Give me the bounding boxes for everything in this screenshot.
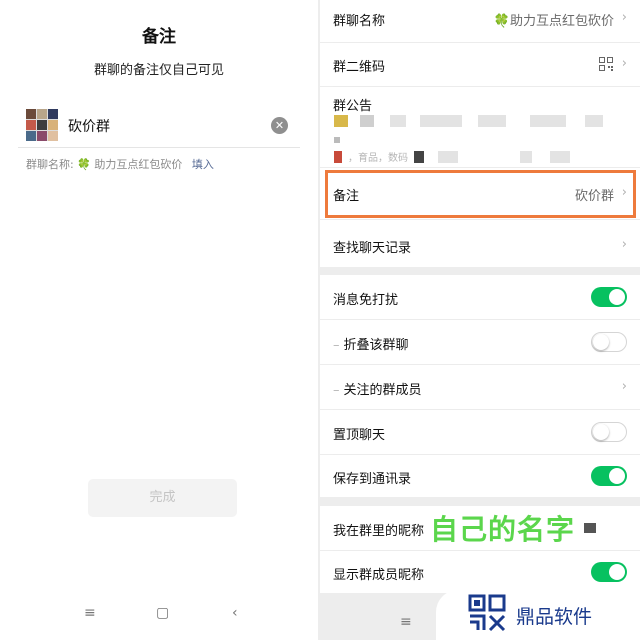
show-nickname-label: 显示群成员昵称 — [333, 568, 425, 583]
clear-icon[interactable]: ✕ — [271, 117, 288, 134]
show-nickname-row: 显示群成员昵称 — [320, 551, 640, 593]
brand-logo-icon — [468, 594, 506, 632]
qr-code-icon — [599, 57, 613, 71]
group-name-label: 群聊名称 — [333, 14, 386, 29]
pin-chat-label: 置顶聊天 — [333, 428, 386, 443]
fill-in-link[interactable]: 填入 — [192, 158, 214, 171]
group-name-hint: 群聊名称: 🍀 助力互点红包砍价 填入 — [26, 156, 214, 172]
mute-row: 消息免打扰 — [320, 275, 640, 319]
fold-chat-toggle[interactable] — [591, 332, 627, 352]
search-history-row[interactable]: 查找聊天记录 › — [320, 220, 640, 267]
clover-icon: 🍀 — [77, 158, 91, 171]
save-contacts-toggle[interactable] — [591, 466, 627, 486]
done-button[interactable]: 完成 — [88, 479, 237, 517]
annotation-label: 自己的名字 — [430, 513, 576, 546]
clover-icon: 🍀 — [493, 14, 510, 29]
group-announcement-row[interactable]: 群公告 ，育品，数码 — [320, 87, 640, 167]
mute-label: 消息免打扰 — [333, 293, 399, 308]
group-name-text: 助力互点红包砍价 — [509, 14, 614, 29]
group-announcement-label: 群公告 — [333, 99, 373, 114]
brand-name: 鼎品软件 — [516, 606, 593, 628]
pin-chat-row: 置顶聊天 — [320, 410, 640, 454]
back-nav-icon[interactable]: ‹ — [232, 605, 238, 621]
group-name-hint-label: 群聊名称: — [26, 158, 74, 171]
system-nav-bar: ≡ ▢ ‹ — [0, 605, 318, 625]
followed-members-text: 关注的群成员 — [343, 383, 422, 398]
save-contacts-label: 保存到通讯录 — [333, 472, 412, 487]
group-name-value: 🍀助力互点红包砍价 — [494, 10, 614, 29]
chevron-right-icon: › — [621, 10, 627, 25]
nickname-value-redacted — [584, 523, 596, 533]
remark-input-row[interactable]: 砍价群 ✕ — [18, 104, 300, 148]
home-nav-icon[interactable]: ▢ — [156, 605, 169, 621]
mute-toggle[interactable] — [591, 287, 627, 307]
group-name-hint-value: 助力互点红包砍价 — [94, 158, 183, 171]
remark-input[interactable]: 砍价群 — [68, 116, 110, 136]
menu-nav-icon[interactable]: ≡ — [84, 605, 96, 621]
page-title: 备注 — [142, 27, 176, 47]
search-history-label: 查找聊天记录 — [333, 241, 412, 256]
chevron-right-icon: › — [621, 237, 627, 252]
followed-members-row[interactable]: – 关注的群成员 › — [320, 365, 640, 409]
menu-nav-icon[interactable]: ≡ — [400, 614, 412, 630]
remark-highlight-box — [325, 170, 636, 218]
remark-edit-screen: 备注 群聊的备注仅自己可见 砍价群 ✕ 群聊名称: 🍀 助力互点红包砍价 填入 … — [0, 0, 318, 640]
chevron-right-icon: › — [621, 56, 627, 71]
show-nickname-toggle[interactable] — [591, 562, 627, 582]
followed-members-label: – 关注的群成员 — [333, 383, 422, 398]
group-qr-row[interactable]: 群二维码 › — [320, 43, 640, 86]
group-qr-label: 群二维码 — [333, 60, 386, 75]
my-nickname-label: 我在群里的昵称 — [333, 524, 425, 539]
announcement-text-fragment: ，育品，数码 — [348, 153, 408, 164]
fold-chat-text: 折叠该群聊 — [343, 338, 409, 353]
pin-chat-toggle[interactable] — [591, 422, 627, 442]
brand-watermark: 鼎品软件 — [436, 590, 640, 640]
chevron-right-icon: › — [621, 379, 627, 394]
group-name-row[interactable]: 群聊名称 🍀助力互点红包砍价 › — [320, 0, 640, 42]
page-subtitle: 群聊的备注仅自己可见 — [93, 63, 224, 78]
save-contacts-row: 保存到通讯录 — [320, 455, 640, 497]
fold-chat-row: – 折叠该群聊 — [320, 320, 640, 364]
fold-chat-label: – 折叠该群聊 — [333, 338, 409, 353]
group-avatar — [26, 109, 58, 141]
